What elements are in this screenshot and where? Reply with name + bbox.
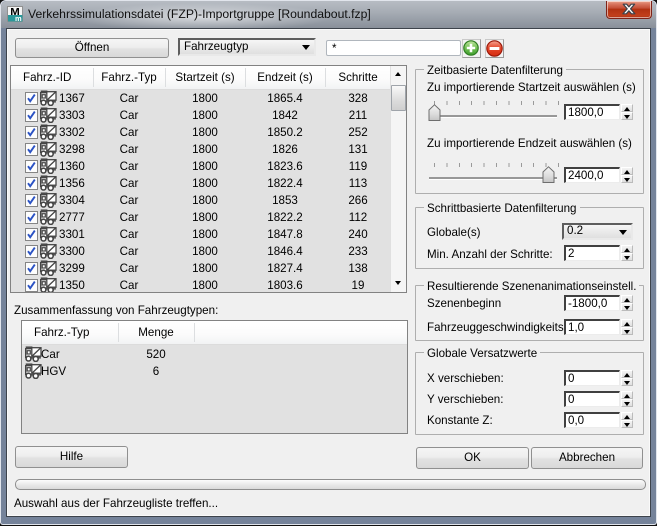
svg-text:m: m (15, 14, 22, 22)
